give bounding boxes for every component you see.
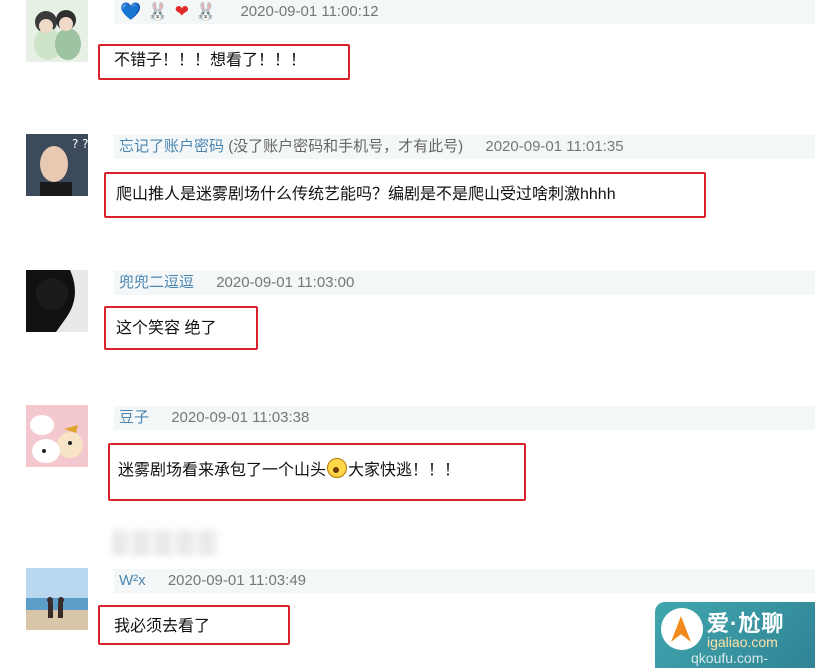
comment-meta: 忘记了账户密码 (没了账户密码和手机号，才有此号) 2020-09-01 11:… (114, 135, 815, 159)
comment-text: 迷雾剧场看来承包了一个山头 大家快逃！！！ (106, 458, 460, 479)
comment-text-part: 大家快逃！！！ (348, 462, 461, 479)
avatar[interactable] (26, 405, 88, 467)
shocked-face-emoji (327, 458, 348, 478)
username-link[interactable]: W²x (114, 572, 146, 589)
comment-text-part: 迷雾剧场看来承包了一个山头 (118, 462, 327, 479)
svg-text:? ?: ? ? (72, 137, 88, 151)
badge-icons: 💙 🐰 ❤ 🐰 (114, 2, 222, 21)
username-note: (没了账户密码和手机号，才有此号) (228, 138, 464, 155)
site-watermark: 爱·尬聊 igaliao.com qkoufu.com- (655, 602, 815, 668)
comment-meta: 兜兜二逗逗 2020-09-01 11:03:00 (114, 271, 815, 295)
avatar[interactable] (26, 270, 88, 332)
comment-text: 不错子！！！想看了！！！ (114, 52, 307, 69)
rabbit-icon: 🐰 (195, 2, 217, 21)
heart-icon: 💙 (120, 2, 142, 21)
comment-time: 2020-09-01 11:03:00 (216, 274, 355, 291)
comment-meta: 💙 🐰 ❤ 🐰 2020-09-01 11:00:12 (114, 0, 815, 24)
watermark-site-secondary: qkoufu.com- (691, 650, 769, 666)
comment-time: 2020-09-01 11:03:49 (167, 572, 306, 589)
username-link[interactable]: 豆子 (114, 409, 149, 426)
comment-time: 2020-09-01 11:00:12 (240, 3, 379, 20)
comment-meta: W²x 2020-09-01 11:03:49 (114, 569, 815, 593)
comment-text: 我必须去看了 (114, 618, 211, 635)
redacted-content (112, 530, 218, 556)
watermark-site: igaliao.com (707, 634, 778, 650)
comment-time: 2020-09-01 11:03:38 (171, 409, 310, 426)
comment-meta: 豆子 2020-09-01 11:03:38 (114, 406, 815, 430)
avatar[interactable] (26, 0, 88, 62)
username-link[interactable]: 兜兜二逗逗 (114, 274, 194, 291)
comment-text: 爬山推人是迷雾剧场什么传统艺能吗？编剧是不是爬山受过啥刺激hhhh (116, 186, 616, 203)
comment-time: 2020-09-01 11:01:35 (485, 138, 624, 155)
rabbit-icon: 🐰 (147, 2, 169, 21)
avatar[interactable] (26, 568, 88, 630)
comment-text: 这个笑容 绝了 (116, 320, 217, 337)
username-link[interactable]: 忘记了账户密码 (114, 138, 224, 155)
logo-icon (661, 608, 703, 650)
heart-icon: ❤ (174, 2, 189, 21)
avatar[interactable]: ? ? (26, 134, 88, 196)
